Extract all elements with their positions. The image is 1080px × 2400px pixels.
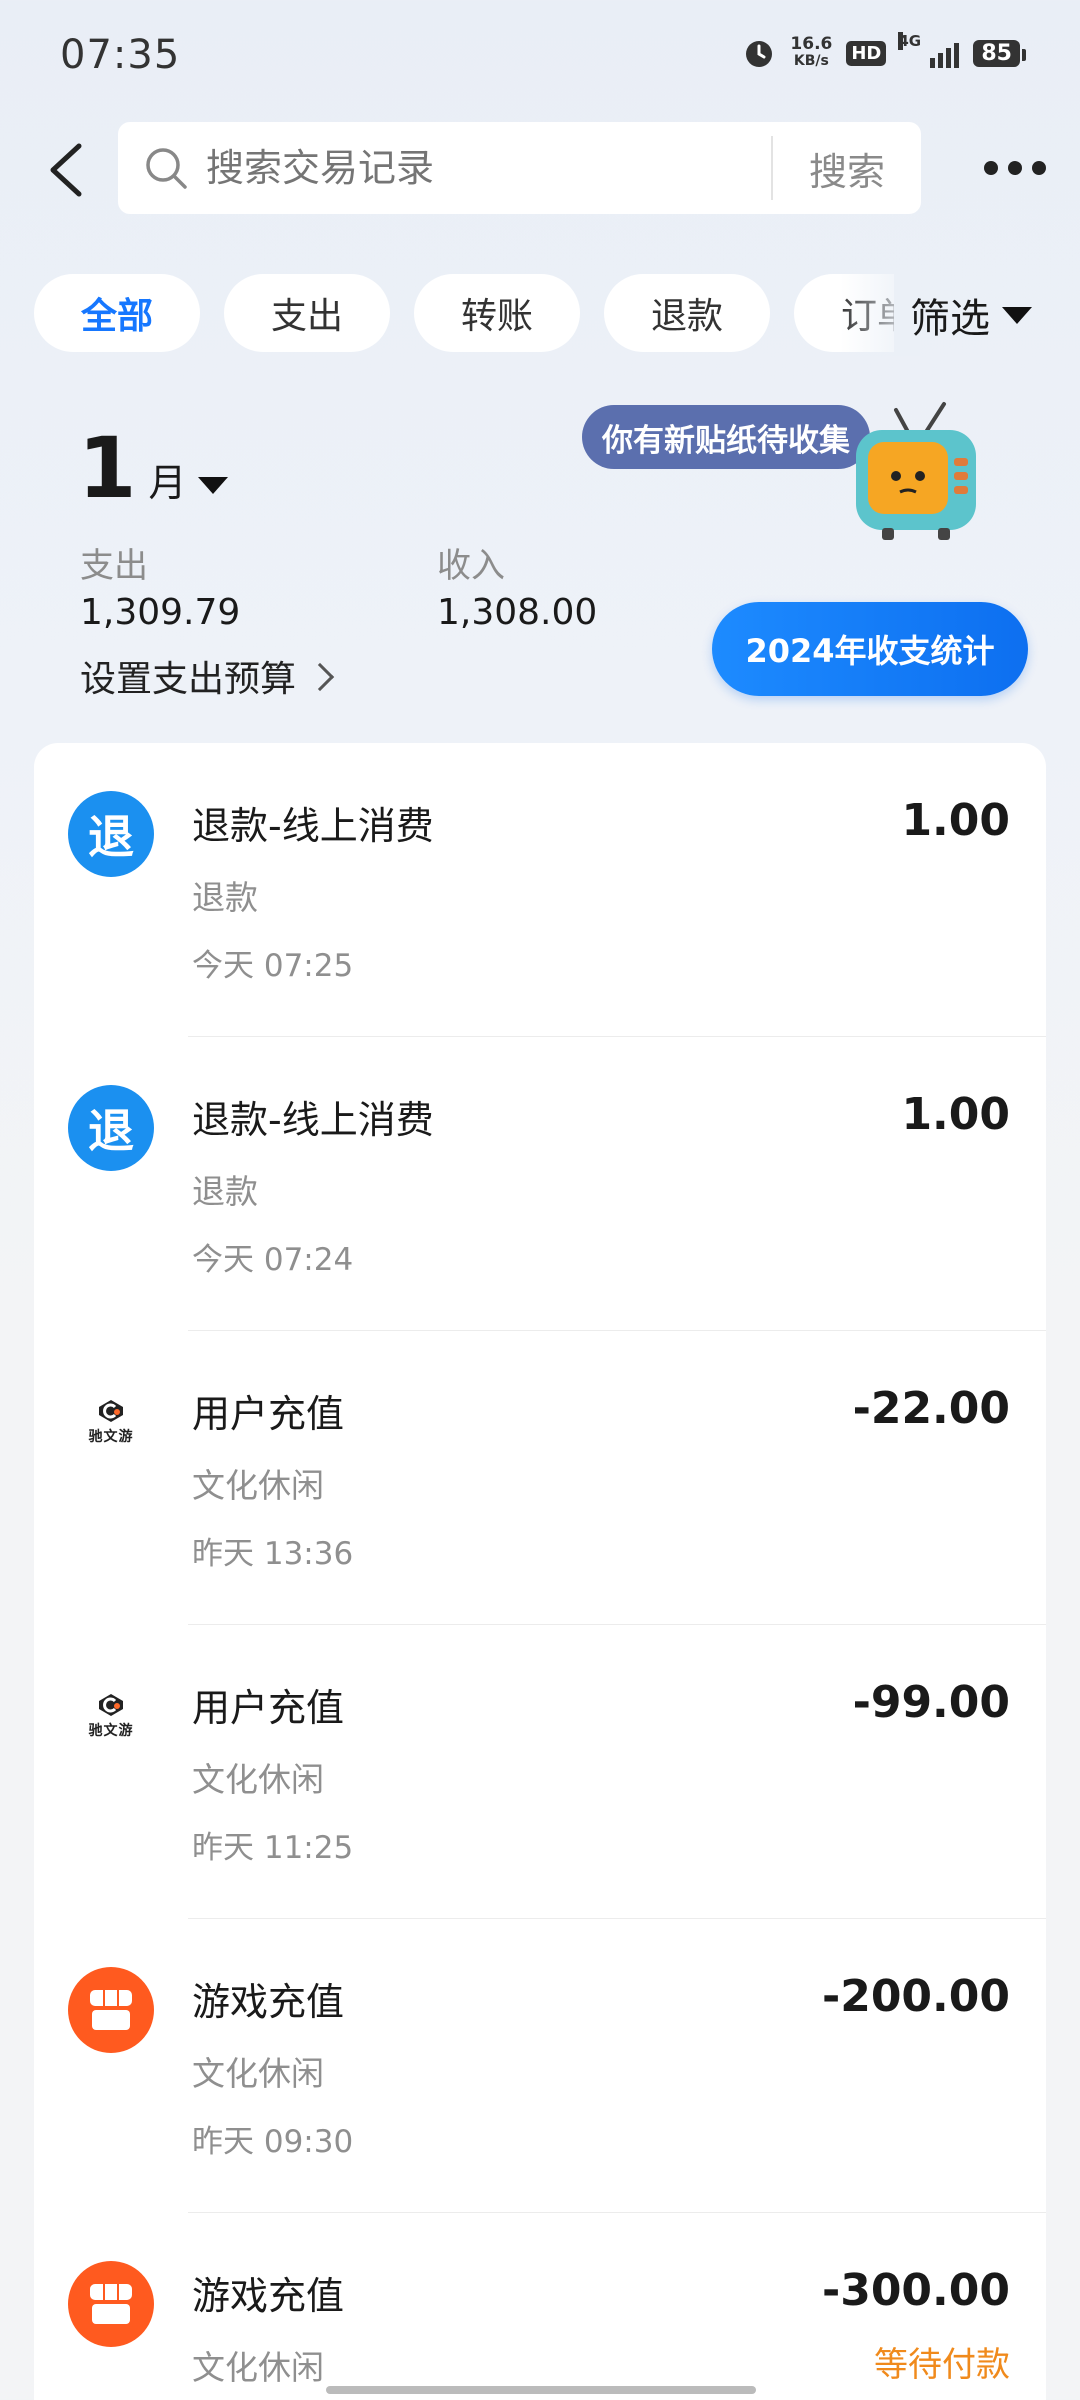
store-glyph bbox=[90, 1990, 132, 2030]
filter-dropdown-icon bbox=[1002, 306, 1032, 324]
transaction-title: 退款-线上消费 bbox=[192, 1098, 434, 1142]
chip-all[interactable]: 全部 bbox=[34, 274, 200, 352]
transaction-time: 今天 07:25 bbox=[192, 948, 354, 984]
transaction-time: 昨天 13:36 bbox=[192, 1536, 354, 1572]
transaction-category: 文化休闲 bbox=[192, 1760, 324, 1799]
transaction-category: 退款 bbox=[192, 878, 258, 917]
filter-button[interactable]: 筛选 bbox=[910, 282, 1032, 348]
more-icon bbox=[984, 161, 998, 175]
transaction-row[interactable]: 驰文游 用户充值 文化休闲 昨天 11:25 -99.00 bbox=[34, 1625, 1046, 1919]
transaction-amount: 1.00 bbox=[901, 795, 1010, 846]
merchant-logo-icon: 驰文游 bbox=[68, 1673, 154, 1759]
transaction-amount: -300.00 bbox=[821, 2265, 1010, 2316]
status-time: 07:35 bbox=[60, 32, 181, 78]
expense-value: 1,309.79 bbox=[80, 592, 241, 633]
search-button[interactable]: 搜索 bbox=[773, 141, 921, 196]
income-value: 1,308.00 bbox=[437, 592, 598, 633]
transaction-amount: -200.00 bbox=[821, 1971, 1010, 2022]
transaction-category: 文化休闲 bbox=[192, 2054, 324, 2093]
income-label: 收入 bbox=[437, 546, 505, 586]
transaction-time: 今天 07:24 bbox=[192, 1242, 354, 1278]
chip-refund[interactable]: 退款 bbox=[604, 274, 770, 352]
chip-transfer[interactable]: 转账 bbox=[414, 274, 580, 352]
month-number: 1 bbox=[78, 419, 137, 517]
transaction-row[interactable]: 驰文游 用户充值 文化休闲 昨天 13:36 -22.00 bbox=[34, 1331, 1046, 1625]
more-icon-dot bbox=[1008, 161, 1022, 175]
net-speed-value: 16.6 bbox=[790, 34, 833, 54]
filter-chips: 全部 支出 转账 退款 订单 bbox=[34, 274, 894, 354]
transaction-status: 等待付款 bbox=[874, 2345, 1010, 2385]
store-icon bbox=[68, 2261, 154, 2347]
set-budget-label: 设置支出预算 bbox=[80, 659, 297, 700]
net-speed: 16.6 KB/s bbox=[790, 36, 832, 70]
back-button[interactable] bbox=[30, 130, 100, 210]
transaction-category: 退款 bbox=[192, 1172, 258, 1211]
month-dropdown-icon bbox=[198, 477, 229, 494]
transaction-row[interactable]: 退 退款-线上消费 退款 今天 07:25 1.00 bbox=[34, 743, 1046, 1037]
transaction-list: 退 退款-线上消费 退款 今天 07:25 1.00 退 退款-线上消费 退款 … bbox=[34, 743, 1046, 2400]
transaction-title: 游戏充值 bbox=[192, 1980, 345, 2024]
transaction-amount: 1.00 bbox=[901, 1089, 1010, 1140]
transaction-row[interactable]: 游戏充值 文化休闲 昨天 09:30 -200.00 bbox=[34, 1919, 1046, 2213]
refund-icon: 退 bbox=[68, 791, 154, 877]
status-bar: 07:35 16.6 KB/s HD 4G 85 bbox=[0, 0, 1080, 110]
transaction-title: 游戏充值 bbox=[192, 2274, 345, 2318]
home-indicator[interactable] bbox=[326, 2386, 756, 2394]
month-unit: 月 bbox=[148, 461, 187, 505]
signal-icon: 4G bbox=[898, 32, 960, 68]
network-type: 4G bbox=[898, 32, 922, 50]
transaction-category: 文化休闲 bbox=[192, 1466, 324, 1505]
battery-icon: 85 bbox=[973, 39, 1026, 67]
expense-label: 支出 bbox=[80, 546, 148, 586]
search-input[interactable] bbox=[206, 146, 771, 190]
month-selector[interactable]: 1 月 bbox=[78, 419, 229, 517]
transaction-amount: -22.00 bbox=[852, 1383, 1010, 1434]
sticker-bubble[interactable]: 你有新贴纸待收集 bbox=[582, 405, 870, 469]
search-bar: 搜索 bbox=[118, 122, 921, 214]
search-icon bbox=[146, 148, 187, 189]
chevron-right-icon bbox=[305, 662, 335, 692]
hd-badge: HD bbox=[846, 40, 887, 66]
transaction-row[interactable]: 游戏充值 文化休闲 -300.00 等待付款 bbox=[34, 2213, 1046, 2400]
net-speed-unit: KB/s bbox=[793, 53, 829, 69]
chip-expense[interactable]: 支出 bbox=[224, 274, 390, 352]
transaction-title: 退款-线上消费 bbox=[192, 804, 434, 848]
set-budget-link[interactable]: 设置支出预算 bbox=[80, 650, 335, 702]
alarm-icon bbox=[746, 41, 773, 67]
store-glyph bbox=[90, 2284, 132, 2324]
transaction-row[interactable]: 退 退款-线上消费 退款 今天 07:24 1.00 bbox=[34, 1037, 1046, 1331]
tv-mascot-icon[interactable] bbox=[846, 400, 986, 550]
merchant-logo-mark bbox=[99, 1694, 123, 1716]
merchant-logo-text: 驰文游 bbox=[88, 1429, 134, 1445]
more-button[interactable] bbox=[975, 140, 1055, 196]
back-icon bbox=[50, 143, 82, 197]
chips-fade bbox=[840, 270, 920, 356]
transaction-title: 用户充值 bbox=[192, 1392, 345, 1436]
store-icon bbox=[68, 1967, 154, 2053]
more-icon-dot bbox=[1032, 161, 1046, 175]
filter-label: 筛选 bbox=[910, 296, 990, 342]
transaction-category: 文化休闲 bbox=[192, 2348, 324, 2387]
transaction-time: 昨天 11:25 bbox=[192, 1830, 354, 1866]
status-icons: 16.6 KB/s HD 4G 85 bbox=[742, 32, 1026, 70]
transaction-amount: -99.00 bbox=[852, 1677, 1010, 1728]
merchant-logo-text: 驰文游 bbox=[88, 1723, 134, 1739]
merchant-logo-icon: 驰文游 bbox=[68, 1379, 154, 1465]
transaction-title: 用户充值 bbox=[192, 1686, 345, 1730]
year-stats-button[interactable]: 2024年收支统计 bbox=[712, 602, 1028, 696]
refund-icon: 退 bbox=[68, 1085, 154, 1171]
merchant-logo-mark bbox=[99, 1400, 123, 1422]
transaction-time: 昨天 09:30 bbox=[192, 2124, 354, 2160]
